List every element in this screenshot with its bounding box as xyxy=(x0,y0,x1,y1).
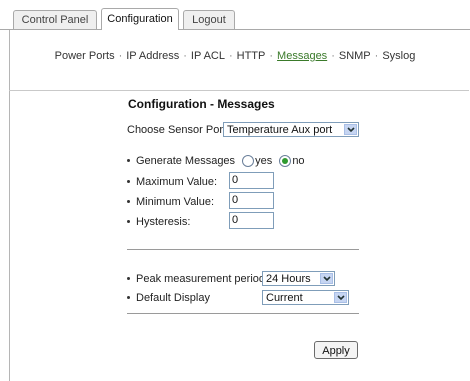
subnav-separator: · xyxy=(331,50,335,62)
section-divider xyxy=(127,249,359,250)
tab-bar: Control Panel Configuration Logout xyxy=(0,0,470,30)
section-divider xyxy=(127,313,359,314)
default-display-value: Current xyxy=(266,292,303,304)
hysteresis-label: Hysteresis: xyxy=(136,216,191,228)
bullet xyxy=(127,199,130,203)
min-value-row: Minimum Value: xyxy=(127,193,214,211)
sensor-port-value: Temperature Aux port xyxy=(227,124,333,136)
default-display-row: Default Display xyxy=(127,289,210,307)
apply-button[interactable]: Apply xyxy=(314,341,358,359)
radio-yes-label: yes xyxy=(255,155,273,167)
sensor-port-label: Choose Sensor Port: xyxy=(127,124,230,136)
bullet xyxy=(127,179,130,183)
peak-period-row: Peak measurement period xyxy=(127,270,265,288)
generate-messages-row: Generate Messages yes no xyxy=(127,152,305,170)
generate-messages-label: Generate Messages xyxy=(136,155,236,167)
min-value-input[interactable]: 0 xyxy=(229,192,274,209)
radio-yes[interactable] xyxy=(242,155,255,168)
subnav-messages[interactable]: Messages xyxy=(277,50,327,62)
sensor-port-select[interactable]: Temperature Aux port xyxy=(223,122,359,137)
max-value-row: Maximum Value: xyxy=(127,173,217,191)
chevron-down-icon xyxy=(334,292,347,303)
subnav-power-ports[interactable]: Power Ports xyxy=(55,50,115,62)
subnav-separator: · xyxy=(374,50,379,62)
peak-period-value: 24 Hours xyxy=(266,273,311,285)
page-title: Configuration - Messages xyxy=(128,97,275,111)
default-display-select[interactable]: Current xyxy=(262,290,349,305)
hysteresis-input[interactable]: 0 xyxy=(229,212,274,229)
subnav-separator: · xyxy=(118,50,123,62)
peak-period-select[interactable]: 24 Hours xyxy=(262,271,335,286)
radio-no[interactable] xyxy=(279,155,292,168)
subnav-separator: · xyxy=(183,50,187,62)
chevron-down-icon xyxy=(320,273,333,284)
bullet xyxy=(127,158,130,162)
max-value-input[interactable]: 0 xyxy=(229,172,274,189)
tab-configuration[interactable]: Configuration xyxy=(101,8,179,30)
radio-no-label: no xyxy=(292,155,305,167)
bullet xyxy=(127,276,130,280)
max-value-label: Maximum Value: xyxy=(136,176,218,188)
tab-control-panel[interactable]: Control Panel xyxy=(13,10,97,29)
min-value-label: Minimum Value: xyxy=(136,196,215,208)
sensor-port-row: Choose Sensor Port: xyxy=(127,121,229,139)
subnav-snmp[interactable]: SNMP xyxy=(339,50,371,62)
chevron-down-icon xyxy=(344,124,357,135)
peak-period-label: Peak measurement period xyxy=(136,273,266,285)
subnav-separator: · xyxy=(269,50,274,62)
hysteresis-row: Hysteresis: xyxy=(127,213,190,231)
default-display-label: Default Display xyxy=(136,292,210,304)
subnav-separator: · xyxy=(228,50,233,62)
bullet xyxy=(127,219,130,223)
bullet xyxy=(127,295,130,299)
subnav-ip-address[interactable]: IP Address xyxy=(126,50,179,62)
tab-logout[interactable]: Logout xyxy=(183,10,235,29)
config-subnav: Power Ports · IP Address · IP ACL · HTTP · Messa… xyxy=(0,50,470,62)
header-divider xyxy=(9,90,469,91)
subnav-http[interactable]: HTTP xyxy=(237,50,266,62)
subnav-syslog[interactable]: Syslog xyxy=(382,50,415,62)
subnav-ip-acl[interactable]: IP ACL xyxy=(191,50,225,62)
